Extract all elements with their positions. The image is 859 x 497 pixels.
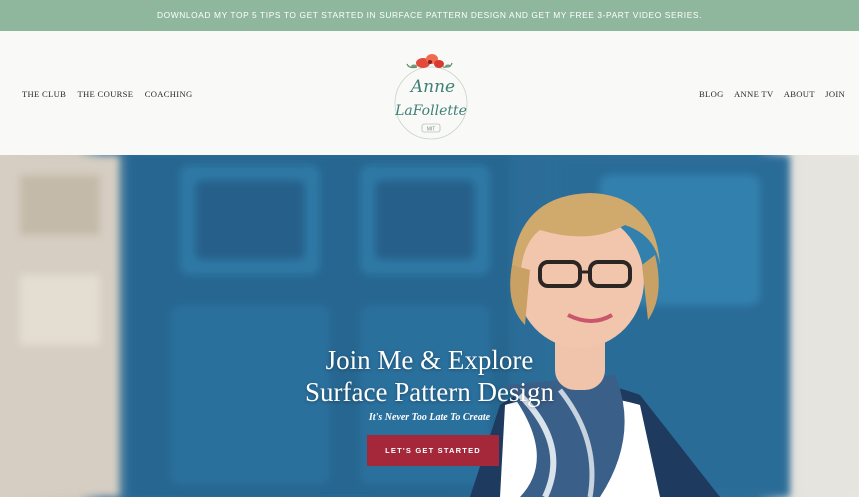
logo-name-first: Anne	[409, 77, 455, 97]
get-started-button[interactable]: LET'S GET STARTED	[367, 435, 499, 466]
nav-item-the-course[interactable]: THE COURSE	[77, 89, 133, 99]
flower-icon	[406, 54, 453, 69]
nav-left: THE CLUB THE COURSE COACHING	[22, 89, 201, 99]
nav-item-about[interactable]: ABOUT	[784, 89, 815, 99]
announcement-bar[interactable]: DOWNLOAD MY TOP 5 TIPS TO GET STARTED IN…	[0, 0, 859, 31]
nav-item-blog[interactable]: BLOG	[699, 89, 724, 99]
announcement-text[interactable]: DOWNLOAD MY TOP 5 TIPS TO GET STARTED IN…	[157, 10, 702, 20]
nav-item-coaching[interactable]: COACHING	[145, 89, 193, 99]
nav-item-anne-tv[interactable]: ANNE TV	[734, 89, 773, 99]
hero-section: Join Me & Explore Surface Pattern Design…	[0, 155, 859, 497]
site-logo[interactable]: Anne LaFollette MIT	[381, 45, 481, 145]
site-header: THE CLUB THE COURSE COACHING Anne LaFoll…	[0, 31, 859, 155]
logo-badge: MIT	[427, 127, 436, 133]
nav-right: BLOG ANNE TV ABOUT JOIN	[691, 89, 845, 99]
hero-subtitle: It's Never Too Late To Create	[368, 412, 491, 423]
nav-item-the-club[interactable]: THE CLUB	[22, 89, 66, 99]
hero-title-line-1: Join Me & Explore	[325, 345, 534, 375]
nav-item-join[interactable]: JOIN	[825, 89, 845, 99]
hero-title-line-2: Surface Pattern Design	[305, 377, 554, 407]
logo-name-last: LaFollette	[394, 103, 467, 119]
